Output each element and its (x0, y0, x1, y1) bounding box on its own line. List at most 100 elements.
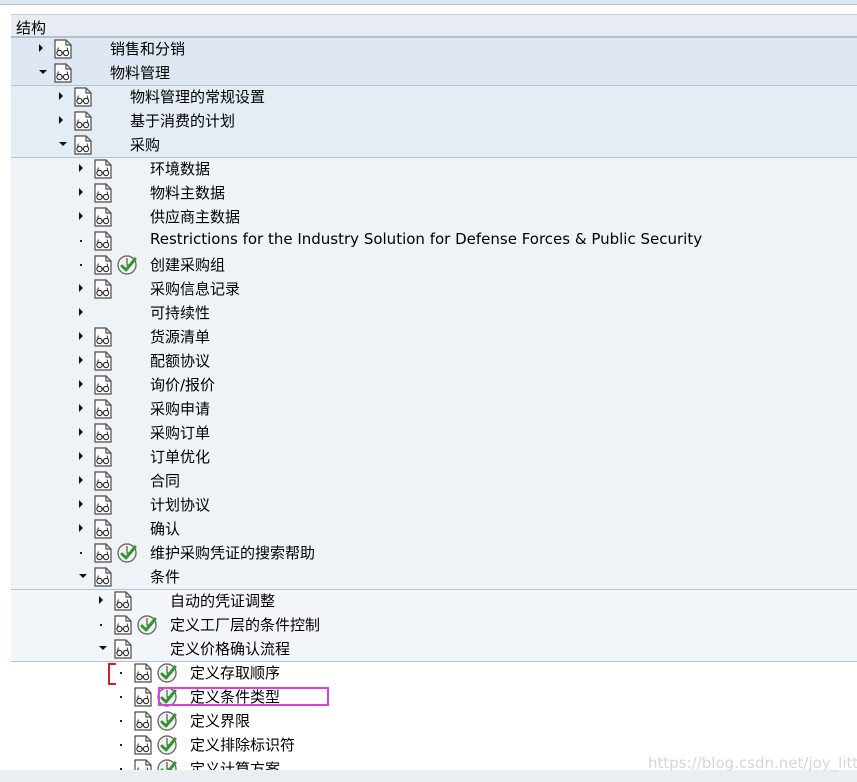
tree-node[interactable]: 可持续性 (11, 301, 857, 325)
document-glasses-icon[interactable] (94, 567, 112, 587)
expand-arrow-icon[interactable] (79, 212, 83, 220)
expand-arrow-icon[interactable] (59, 92, 63, 100)
document-glasses-icon[interactable] (94, 279, 112, 299)
execute-clock-check-icon[interactable] (116, 542, 138, 564)
document-glasses-icon[interactable] (134, 759, 152, 770)
tree-node[interactable]: 定义存取顺序 (11, 661, 857, 685)
tree-node-label: 询价/报价 (150, 376, 216, 394)
collapse-arrow-icon[interactable] (99, 646, 107, 650)
tree-node[interactable]: 定义工厂层的条件控制 (11, 613, 857, 637)
tree-node[interactable]: 定义条件类型 (11, 685, 857, 709)
tree-node[interactable]: 物料管理 (11, 61, 857, 85)
execute-clock-check-icon[interactable] (116, 254, 138, 276)
expand-arrow-icon[interactable] (79, 332, 83, 340)
document-glasses-icon[interactable] (94, 183, 112, 203)
tree-node-label: 配额协议 (150, 352, 211, 370)
document-glasses-icon[interactable] (94, 351, 112, 371)
expand-arrow-icon[interactable] (79, 476, 83, 484)
expand-arrow-icon[interactable] (79, 428, 83, 436)
tree-node[interactable]: 物料管理的常规设置 (11, 85, 857, 109)
tree-node[interactable]: 物料主数据 (11, 181, 857, 205)
tree-node[interactable]: 确认 (11, 517, 857, 541)
tree-node[interactable]: 询价/报价 (11, 373, 857, 397)
document-glasses-icon[interactable] (94, 543, 112, 563)
tree-node[interactable]: 采购 (11, 133, 857, 157)
document-glasses-icon[interactable] (94, 255, 112, 275)
document-glasses-icon[interactable] (94, 447, 112, 467)
expand-arrow-icon[interactable] (59, 116, 63, 124)
document-glasses-icon[interactable] (94, 375, 112, 395)
tree-node[interactable]: 销售和分销 (11, 37, 857, 61)
execute-clock-check-icon[interactable] (156, 734, 178, 756)
tree-header: 结构 (11, 14, 857, 37)
tree-header-title: 结构 (16, 19, 47, 37)
document-glasses-icon[interactable] (94, 399, 112, 419)
tree-node[interactable]: 订单优化 (11, 445, 857, 469)
expand-arrow-icon[interactable] (79, 380, 83, 388)
tree-node[interactable]: 货源清单 (11, 325, 857, 349)
tree-node[interactable]: 创建采购组 (11, 253, 857, 277)
tree-node-label: 创建采购组 (150, 256, 226, 274)
tree-node[interactable]: 环境数据 (11, 157, 857, 181)
tree-node[interactable]: 计划协议 (11, 493, 857, 517)
document-glasses-icon[interactable] (114, 615, 132, 635)
tree-node[interactable]: 基于消费的计划 (11, 109, 857, 133)
expand-arrow-icon[interactable] (99, 596, 103, 604)
document-glasses-icon[interactable] (134, 711, 152, 731)
tree-node-label: 环境数据 (150, 160, 211, 178)
tree-node[interactable]: 维护采购凭证的搜索帮助 (11, 541, 857, 565)
leaf-dot-icon (120, 672, 122, 674)
document-glasses-icon[interactable] (54, 63, 72, 83)
document-glasses-icon[interactable] (94, 471, 112, 491)
collapse-arrow-icon[interactable] (39, 70, 47, 74)
tree-node-label: 条件 (150, 568, 181, 586)
expand-arrow-icon[interactable] (79, 500, 83, 508)
document-glasses-icon[interactable] (94, 327, 112, 347)
document-glasses-icon[interactable] (94, 495, 112, 515)
document-glasses-icon[interactable] (94, 207, 112, 227)
tree-node[interactable]: Restrictions for the Industry Solution f… (11, 229, 857, 253)
execute-clock-check-icon[interactable] (156, 662, 178, 684)
execute-clock-check-icon[interactable] (156, 710, 178, 732)
document-glasses-icon[interactable] (114, 591, 132, 611)
document-glasses-icon[interactable] (134, 663, 152, 683)
document-glasses-icon[interactable] (54, 39, 72, 59)
expand-arrow-icon[interactable] (79, 188, 83, 196)
tree-node[interactable]: 采购订单 (11, 421, 857, 445)
execute-clock-check-icon[interactable] (136, 614, 158, 636)
expand-arrow-icon[interactable] (39, 44, 43, 52)
document-glasses-icon[interactable] (134, 735, 152, 755)
tree-node[interactable]: 配额协议 (11, 349, 857, 373)
tree-node[interactable]: 供应商主数据 (11, 205, 857, 229)
document-glasses-icon[interactable] (94, 231, 112, 251)
document-glasses-icon[interactable] (74, 87, 92, 107)
expand-arrow-icon[interactable] (79, 164, 83, 172)
document-glasses-icon[interactable] (134, 687, 152, 707)
tree-node-label: 定义价格确认流程 (170, 640, 291, 658)
expand-arrow-icon[interactable] (79, 284, 83, 292)
highlight-box (158, 687, 329, 706)
tree-node[interactable]: 自动的凭证调整 (11, 589, 857, 613)
document-glasses-icon[interactable] (74, 111, 92, 131)
execute-clock-check-icon[interactable] (156, 758, 178, 770)
expand-arrow-icon[interactable] (79, 404, 83, 412)
expand-arrow-icon[interactable] (79, 356, 83, 364)
document-glasses-icon[interactable] (94, 423, 112, 443)
tree-node-label: 定义界限 (190, 712, 251, 730)
document-glasses-icon[interactable] (94, 519, 112, 539)
tree-node[interactable]: 定义价格确认流程 (11, 637, 857, 661)
tree-node[interactable]: 条件 (11, 565, 857, 589)
document-glasses-icon[interactable] (74, 135, 92, 155)
expand-arrow-icon[interactable] (79, 308, 83, 316)
tree-node[interactable]: 采购申请 (11, 397, 857, 421)
expand-arrow-icon[interactable] (79, 524, 83, 532)
collapse-arrow-icon[interactable] (79, 574, 87, 578)
collapse-arrow-icon[interactable] (59, 142, 67, 146)
selection-marker (108, 663, 116, 685)
tree-node[interactable]: 合同 (11, 469, 857, 493)
document-glasses-icon[interactable] (114, 639, 132, 659)
tree-node[interactable]: 定义界限 (11, 709, 857, 733)
document-glasses-icon[interactable] (94, 159, 112, 179)
tree-node[interactable]: 采购信息记录 (11, 277, 857, 301)
expand-arrow-icon[interactable] (79, 452, 83, 460)
